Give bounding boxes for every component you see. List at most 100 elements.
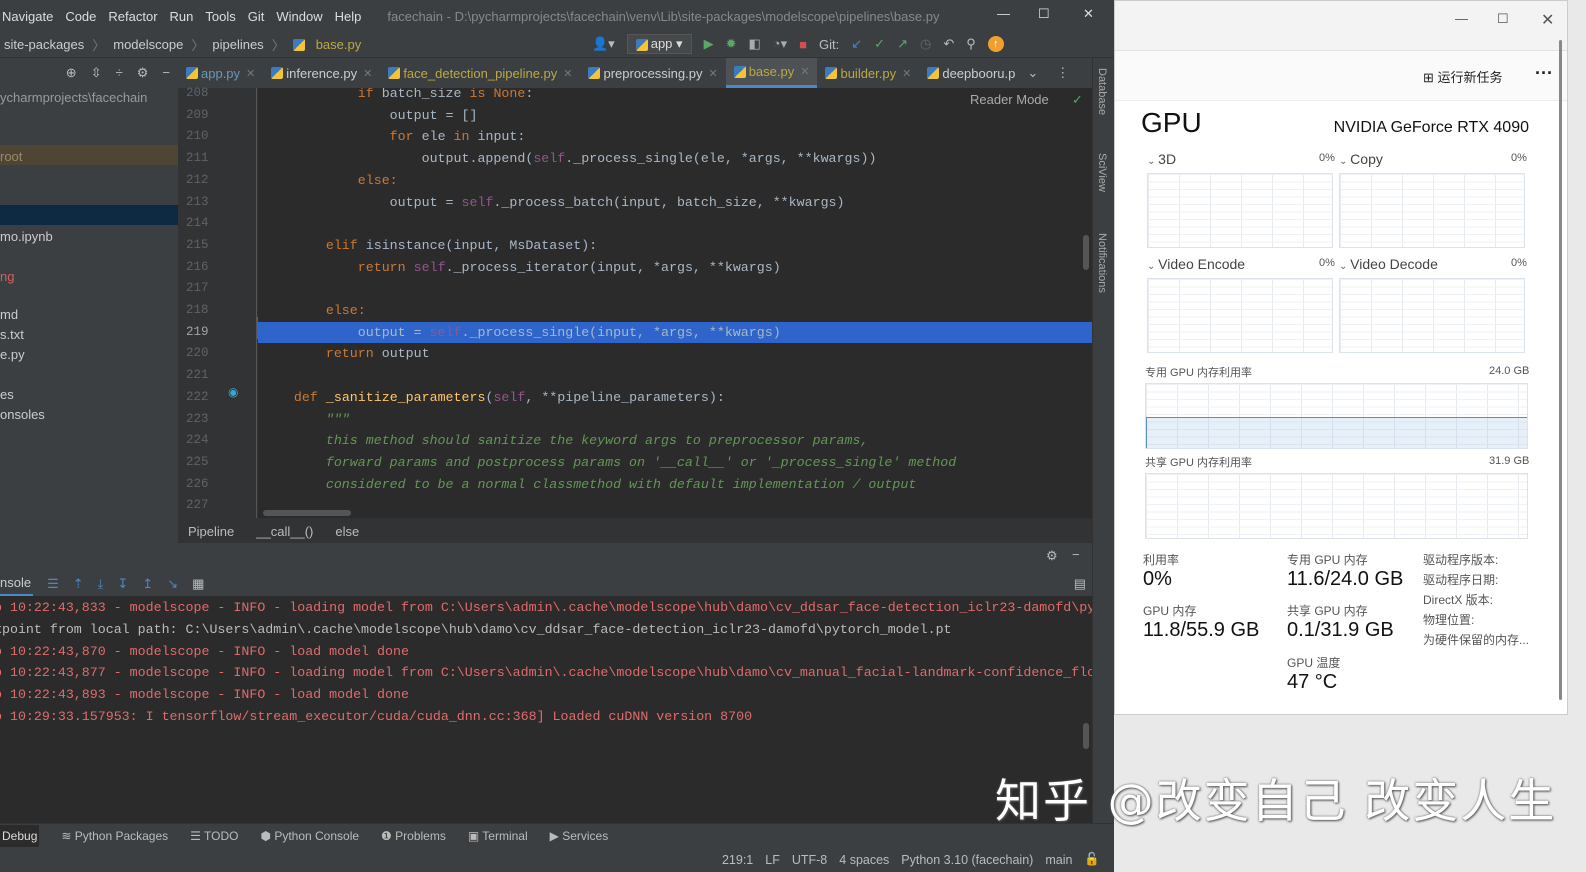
menu-tools[interactable]: Tools <box>205 9 235 24</box>
tool-tab-debug[interactable]: Debug <box>0 824 40 847</box>
bookmark-icon[interactable]: ◉ <box>228 385 238 399</box>
console-scrollbar[interactable] <box>1083 723 1089 749</box>
close-tab-icon[interactable]: ✕ <box>902 67 911 80</box>
editor-hscrollbar[interactable] <box>263 510 351 516</box>
status-item[interactable]: Python 3.10 (facechain) <box>901 853 1033 867</box>
run-icon[interactable]: ▶ <box>704 36 714 52</box>
close-icon[interactable]: ✕ <box>1541 10 1554 30</box>
maximize-icon[interactable]: ☐ <box>1038 6 1050 22</box>
step-over-icon[interactable]: ⤓ <box>98 576 104 592</box>
step-into-icon[interactable]: ↧ <box>117 576 128 592</box>
code-editor[interactable]: if batch_size is None: output = [] for e… <box>258 88 1092 518</box>
sciview-tool[interactable]: SciView <box>1096 153 1108 192</box>
close-tab-icon[interactable]: ✕ <box>246 67 255 80</box>
notifications-tool[interactable]: Notifications <box>1096 233 1108 293</box>
breadcrumb-site-packages[interactable]: site-packages <box>4 37 84 52</box>
tool-tab-terminal[interactable]: ▣ Terminal <box>468 829 528 843</box>
run-config-select[interactable]: app ▾ <box>626 34 692 54</box>
status-item[interactable]: main <box>1045 853 1072 867</box>
menu-run[interactable]: Run <box>170 9 194 24</box>
coverage-icon[interactable]: ◧ <box>748 36 760 52</box>
breadcrumb-modelscope[interactable]: modelscope <box>113 37 183 52</box>
run-to-cursor-icon[interactable]: ↘ <box>167 576 178 592</box>
engine-label[interactable]: ⌄ Copy <box>1339 151 1383 167</box>
crumb-call[interactable]: __call__() <box>256 524 313 539</box>
tree-item[interactable]: s.txt <box>0 325 178 345</box>
console-output[interactable]: o 10:22:43,833 - modelscope - INFO - loa… <box>0 597 1092 823</box>
tree-item[interactable]: ng <box>0 267 178 287</box>
editor-tab[interactable]: face_detection_pipeline.py ✕ <box>380 58 580 88</box>
more-options-button[interactable]: ··· <box>1535 63 1553 84</box>
editor-tab[interactable]: builder.py ✕ <box>817 58 919 88</box>
tree-item[interactable]: ycharmprojects\facechain <box>0 88 178 108</box>
git-push-icon[interactable]: ↗ <box>897 36 908 52</box>
debug-icon[interactable]: ✹ <box>726 36 737 52</box>
layout-icon[interactable]: ▤ <box>1074 576 1086 592</box>
stop-icon[interactable]: ■ <box>799 37 807 52</box>
show-execution-point-icon[interactable]: ⇡ <box>73 576 84 592</box>
console-tab[interactable]: nsole <box>0 571 34 596</box>
status-item[interactable]: 219:1 <box>722 853 753 867</box>
database-tool[interactable]: Database <box>1096 68 1108 115</box>
menu-git[interactable]: Git <box>248 9 265 24</box>
editor-tab[interactable]: base.py ✕ <box>725 58 818 88</box>
minimize-icon[interactable]: — <box>997 6 1010 21</box>
close-tab-icon[interactable]: ✕ <box>563 67 572 80</box>
task-manager-scrollbar[interactable] <box>1559 40 1562 700</box>
menu-refactor[interactable]: Refactor <box>108 9 157 24</box>
tree-item[interactable]: es <box>0 385 178 405</box>
menu-navigate[interactable]: Navigate <box>2 9 53 24</box>
rollback-icon[interactable]: ↶ <box>943 36 954 52</box>
status-item[interactable]: LF <box>765 853 780 867</box>
search-icon[interactable]: ⚲ <box>966 36 976 52</box>
frames-icon[interactable]: ☰ <box>47 576 59 592</box>
menu-window[interactable]: Window <box>276 9 322 24</box>
tool-tab-python-packages[interactable]: ≋ Python Packages <box>61 829 168 843</box>
tree-item[interactable]: mo.ipynb <box>0 227 178 247</box>
step-out-icon[interactable]: ↥ <box>142 576 153 592</box>
more-icon[interactable]: ⋮ <box>1056 65 1069 81</box>
editor-tab[interactable]: preprocessing.py ✕ <box>580 58 725 88</box>
menu-help[interactable]: Help <box>335 9 362 24</box>
maximize-icon[interactable]: ☐ <box>1497 11 1509 27</box>
editor-tab[interactable]: inference.py ✕ <box>263 58 380 88</box>
close-tab-icon[interactable]: ✕ <box>363 67 372 80</box>
close-tab-icon[interactable]: ✕ <box>708 67 717 80</box>
git-update-icon[interactable]: ↙ <box>851 36 862 52</box>
crumb-else[interactable]: else <box>335 524 359 539</box>
tree-item[interactable]: md <box>0 305 178 325</box>
engine-label[interactable]: ⌄ Video Decode <box>1339 256 1438 272</box>
tabs-dropdown-icon[interactable]: ⌄ <box>1027 65 1038 81</box>
lock-icon[interactable]: 🔓 <box>1084 852 1100 867</box>
reader-mode-button[interactable]: Reader Mode <box>970 92 1049 107</box>
git-commit-icon[interactable]: ✓ <box>874 36 885 52</box>
menu-code[interactable]: Code <box>65 9 96 24</box>
tool-tab-todo[interactable]: ☰ TODO <box>190 829 238 843</box>
tree-item[interactable]: root <box>0 147 178 167</box>
tree-item[interactable]: onsoles <box>0 405 178 425</box>
status-item[interactable]: UTF-8 <box>792 853 827 867</box>
editor-tab[interactable]: deepbooru.p <box>919 58 1023 88</box>
expand-all-icon[interactable]: ⇳ <box>91 65 102 81</box>
tool-tab-python-console[interactable]: ⬢ Python Console <box>261 829 360 843</box>
gear-icon[interactable]: ⚙ <box>137 65 149 81</box>
breadcrumb-pipelines[interactable]: pipelines <box>212 37 263 52</box>
engine-label[interactable]: ⌄ Video Encode <box>1147 256 1245 272</box>
profile-icon[interactable]: ◔▾ <box>773 36 787 52</box>
hide-panel-icon[interactable]: − <box>1072 547 1080 562</box>
user-icon[interactable]: 👤▾ <box>592 36 615 52</box>
breadcrumb-base-py[interactable]: base.py <box>316 37 362 52</box>
hide-icon[interactable]: − <box>162 65 170 81</box>
tool-tab-problems[interactable]: ❶ Problems <box>381 829 446 843</box>
update-icon[interactable]: ↑ <box>987 36 1004 52</box>
collapse-all-icon[interactable]: ÷ <box>116 65 123 81</box>
status-item[interactable]: 4 spaces <box>839 853 889 867</box>
editor-scrollbar[interactable] <box>1083 235 1089 270</box>
tree-item[interactable]: e.py <box>0 345 178 365</box>
tool-tab-services[interactable]: ▶ Services <box>550 829 609 843</box>
close-tab-icon[interactable]: ✕ <box>800 65 809 78</box>
settings-icon[interactable]: ⚙ <box>1046 548 1058 564</box>
editor-tab[interactable]: app.py ✕ <box>178 58 263 88</box>
history-icon[interactable]: ◷ <box>920 36 931 52</box>
run-new-task-button[interactable]: ⊞ 运行新任务 <box>1423 67 1503 86</box>
